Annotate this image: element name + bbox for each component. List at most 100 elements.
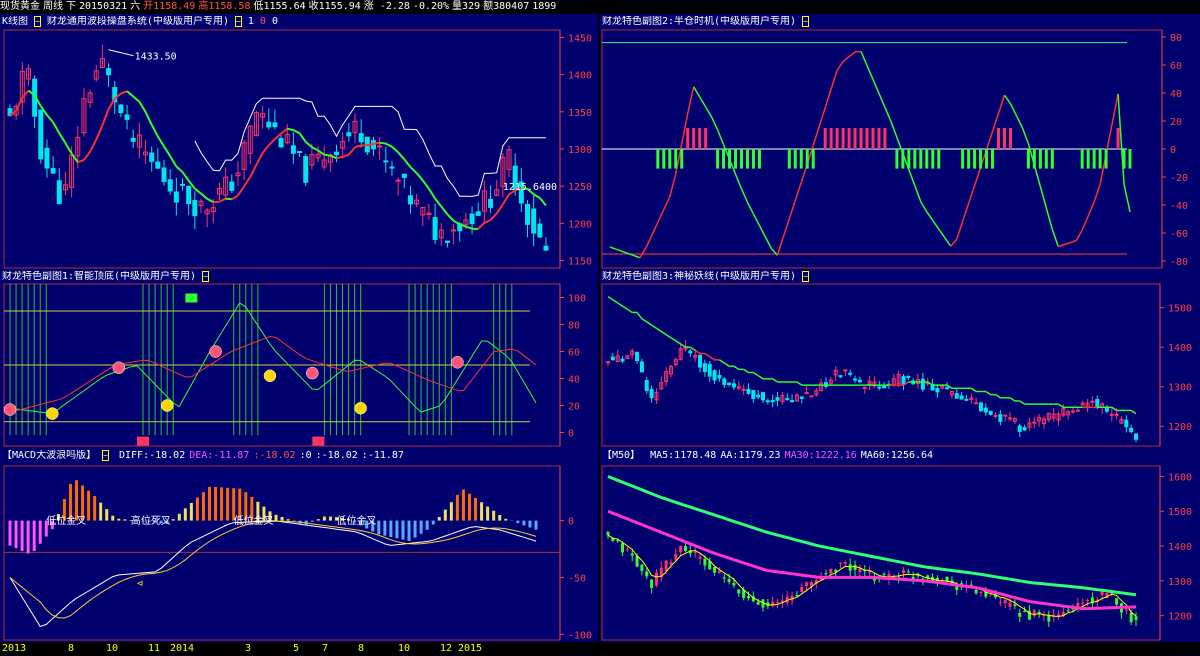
ma-legend: MA5:1178.48 AA:1179.23 MA30:1222.16 MA60:12…	[646, 450, 933, 461]
macd-histogram-bar	[226, 487, 230, 521]
y-axis-tick-label: 1350	[568, 108, 592, 119]
mystic-candle-body	[983, 407, 988, 413]
mystic-candle-body	[1090, 400, 1095, 403]
y-axis-tick-label: 1300	[1168, 383, 1192, 394]
macd-histogram-bar	[480, 502, 484, 521]
macd-histogram-bar	[177, 513, 181, 521]
trend-line-segment	[268, 138, 276, 146]
price-candle-body	[377, 145, 383, 148]
quote-field: 周线	[43, 1, 63, 12]
oscillator-segment	[812, 126, 820, 146]
time-axis-label: 5	[293, 643, 300, 654]
ma-candle-body	[1115, 598, 1119, 605]
price-candle-body	[272, 122, 278, 128]
oscillator-segment	[914, 185, 922, 203]
trend-line-segment	[533, 193, 541, 199]
half-position-bar	[823, 128, 827, 149]
mystic-line-segment	[607, 296, 614, 301]
mystic-candle-body	[707, 363, 712, 377]
macd-histogram-bar	[516, 520, 520, 524]
ma-candle-body	[732, 582, 736, 586]
oscillator-segment	[973, 167, 982, 186]
macd-toggle-icon[interactable]: −	[102, 450, 109, 461]
macd-legend-item: :0	[299, 450, 312, 461]
oscillator-segment	[908, 169, 916, 186]
mystic-candle-body	[862, 386, 867, 389]
oscillator-segment	[740, 188, 749, 203]
y-axis-tick-label: 1300	[568, 145, 592, 156]
half-position-bar	[835, 128, 839, 149]
sub3-toggle-icon[interactable]: −	[802, 271, 809, 282]
sub2-toggle-icon[interactable]: −	[802, 16, 809, 27]
cross-signal-label: 低位金叉	[234, 514, 274, 527]
mystic-candle-body	[843, 369, 848, 372]
macd-title: 【MACD大波浪吗版】 − DIFF:-18.02 DEA:-11.87:-18.…	[2, 450, 404, 462]
price-candle-body	[475, 211, 481, 216]
trend-line-segment	[225, 197, 232, 201]
mystic-candle-body	[906, 376, 911, 379]
trend-line-segment	[15, 97, 24, 112]
mystic-candle-body	[998, 414, 1003, 422]
price-candle-body	[543, 245, 549, 251]
price-candle-body	[525, 203, 531, 225]
y-axis-tick-label: 1300	[1168, 577, 1192, 588]
half-position-bar	[728, 149, 732, 169]
mystic-candle-body	[920, 378, 925, 390]
mystic-line-segment	[670, 337, 677, 342]
oscillator-segment	[884, 107, 892, 122]
half-position-bar	[1104, 149, 1108, 169]
ma-candle-body	[853, 564, 857, 570]
trend-line-segment	[46, 114, 54, 123]
oscillator-segment	[1039, 186, 1048, 209]
sub1-toggle-icon[interactable]: −	[202, 271, 209, 282]
ma-candle-body	[703, 558, 707, 566]
oscillator-segment	[1111, 93, 1119, 125]
price-candle-body	[346, 132, 352, 137]
y-axis-tick-label: 1250	[568, 182, 592, 193]
mystic-candle-body	[853, 378, 858, 381]
macd-histogram-bar	[171, 519, 175, 521]
trend-line-segment	[58, 132, 67, 144]
y-axis-tick-label: 1200	[1168, 422, 1192, 433]
price-candle-body	[173, 191, 179, 203]
price-candle-body	[266, 121, 272, 128]
oscillator-segment	[746, 202, 755, 215]
mystic-candle-body	[964, 398, 969, 401]
mystic-candle-body	[790, 400, 795, 403]
collapse-toggle-icon[interactable]: −	[34, 16, 41, 27]
half-position-bar	[961, 149, 965, 169]
oscillator-segment	[1075, 229, 1083, 241]
cross-signal-label: 低位金叉	[336, 514, 376, 527]
half-position-bar	[704, 128, 708, 149]
ma-candle-body	[882, 573, 886, 575]
trend-line-segment	[261, 144, 270, 154]
indicator-toggle-icon[interactable]: −	[235, 16, 242, 27]
macd-histogram-bar	[93, 496, 97, 521]
half-position-bar	[1080, 149, 1084, 169]
time-axis-label: 3	[245, 643, 252, 654]
ma-candle-body	[684, 546, 688, 551]
mystic-candle-body	[848, 372, 853, 375]
mystic-candle-body	[857, 379, 862, 383]
oscillator-segment	[1064, 241, 1071, 246]
macd-legend-item: DIFF:-18.02	[118, 450, 186, 461]
macd-histogram-bar	[431, 520, 435, 525]
trend-line-segment	[367, 142, 374, 147]
trend-line-segment	[138, 101, 147, 113]
mystic-line-segment	[626, 308, 633, 314]
mystic-candle-body	[1003, 414, 1008, 417]
ma-candle-body	[722, 577, 726, 579]
signal-block	[137, 436, 150, 446]
ma-candle-body	[858, 568, 862, 573]
macd-histogram-bar	[437, 517, 441, 521]
plot-frame	[601, 283, 1161, 447]
ma-legend-item: MA30:1222.16	[784, 450, 857, 461]
trend-line-segment	[397, 151, 406, 160]
oscillator-segment	[1009, 103, 1018, 117]
half-position-bar	[967, 149, 971, 169]
ma-candle-body	[756, 602, 760, 605]
half-position-bar	[1122, 149, 1126, 169]
mystic-line-segment	[1111, 406, 1118, 412]
ma-candle-body	[645, 571, 649, 577]
macd-histogram-bar	[117, 518, 121, 521]
